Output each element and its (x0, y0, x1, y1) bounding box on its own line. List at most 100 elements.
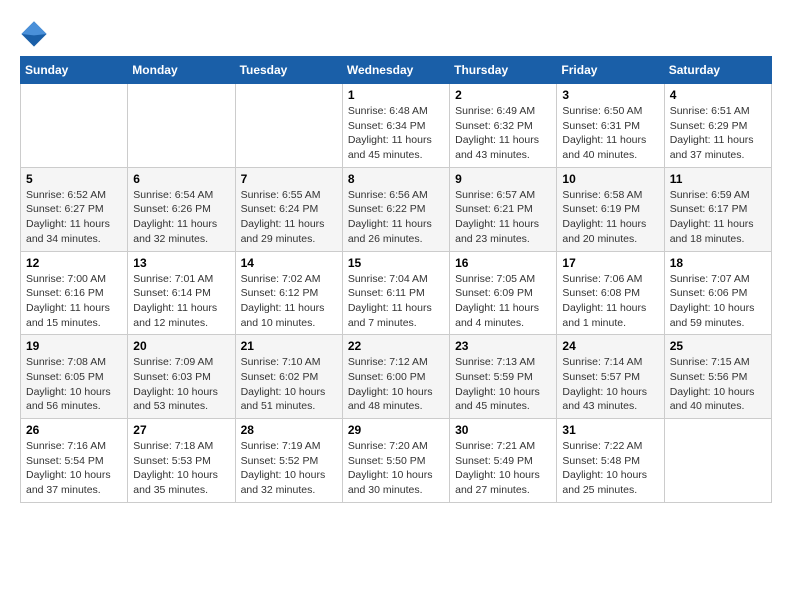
day-info: Sunrise: 7:10 AM Sunset: 6:02 PM Dayligh… (241, 355, 337, 414)
day-info: Sunrise: 7:06 AM Sunset: 6:08 PM Dayligh… (562, 272, 658, 331)
calendar-day-13: 13 Sunrise: 7:01 AM Sunset: 6:14 PM Dayli… (128, 251, 235, 335)
calendar-day-23: 23 Sunrise: 7:13 AM Sunset: 5:59 PM Dayli… (450, 335, 557, 419)
day-info: Sunrise: 7:14 AM Sunset: 5:57 PM Dayligh… (562, 355, 658, 414)
day-number: 7 (241, 172, 337, 186)
day-number: 8 (348, 172, 444, 186)
day-info: Sunrise: 6:50 AM Sunset: 6:31 PM Dayligh… (562, 104, 658, 163)
calendar-week-row: 12Sunrise: 7:00 AM Sunset: 6:16 PM Dayli… (21, 251, 772, 335)
day-number: 25 (670, 339, 766, 353)
day-number: 1 (348, 88, 444, 102)
day-number: 23 (455, 339, 551, 353)
day-number: 16 (455, 256, 551, 270)
day-info: Sunrise: 7:04 AM Sunset: 6:11 PM Dayligh… (348, 272, 444, 331)
calendar-day-22: 22 Sunrise: 7:12 AM Sunset: 6:00 PM Dayli… (342, 335, 449, 419)
day-info: Sunrise: 7:16 AM Sunset: 5:54 PM Dayligh… (26, 439, 122, 498)
day-number: 4 (670, 88, 766, 102)
day-number: 11 (670, 172, 766, 186)
day-header-sunday: Sunday (21, 57, 128, 84)
day-header-friday: Friday (557, 57, 664, 84)
logo (20, 20, 50, 48)
calendar-day-12: 12Sunrise: 7:00 AM Sunset: 6:16 PM Dayli… (21, 251, 128, 335)
calendar-day-20: 20 Sunrise: 7:09 AM Sunset: 6:03 PM Dayli… (128, 335, 235, 419)
calendar-day-11: 11 Sunrise: 6:59 AM Sunset: 6:17 PM Dayli… (664, 167, 771, 251)
day-number: 26 (26, 423, 122, 437)
day-header-thursday: Thursday (450, 57, 557, 84)
day-info: Sunrise: 6:48 AM Sunset: 6:34 PM Dayligh… (348, 104, 444, 163)
calendar-day-28: 28 Sunrise: 7:19 AM Sunset: 5:52 PM Dayli… (235, 419, 342, 503)
day-info: Sunrise: 7:15 AM Sunset: 5:56 PM Dayligh… (670, 355, 766, 414)
day-number: 21 (241, 339, 337, 353)
calendar-day-6: 6 Sunrise: 6:54 AM Sunset: 6:26 PM Daylig… (128, 167, 235, 251)
calendar-empty-cell (21, 84, 128, 168)
day-info: Sunrise: 7:07 AM Sunset: 6:06 PM Dayligh… (670, 272, 766, 331)
calendar-day-18: 18 Sunrise: 7:07 AM Sunset: 6:06 PM Dayli… (664, 251, 771, 335)
day-header-tuesday: Tuesday (235, 57, 342, 84)
calendar-day-17: 17 Sunrise: 7:06 AM Sunset: 6:08 PM Dayli… (557, 251, 664, 335)
calendar-day-9: 9Sunrise: 6:57 AM Sunset: 6:21 PM Daylig… (450, 167, 557, 251)
day-number: 29 (348, 423, 444, 437)
generalblue-icon (20, 20, 48, 48)
day-number: 9 (455, 172, 551, 186)
calendar-day-25: 25 Sunrise: 7:15 AM Sunset: 5:56 PM Dayli… (664, 335, 771, 419)
day-number: 30 (455, 423, 551, 437)
calendar-day-5: 5 Sunrise: 6:52 AM Sunset: 6:27 PM Daylig… (21, 167, 128, 251)
calendar-day-21: 21 Sunrise: 7:10 AM Sunset: 6:02 PM Dayli… (235, 335, 342, 419)
day-info: Sunrise: 7:05 AM Sunset: 6:09 PM Dayligh… (455, 272, 551, 331)
day-header-monday: Monday (128, 57, 235, 84)
day-info: Sunrise: 7:18 AM Sunset: 5:53 PM Dayligh… (133, 439, 229, 498)
day-number: 28 (241, 423, 337, 437)
day-info: Sunrise: 6:51 AM Sunset: 6:29 PM Dayligh… (670, 104, 766, 163)
day-number: 12 (26, 256, 122, 270)
calendar-week-row: 5 Sunrise: 6:52 AM Sunset: 6:27 PM Daylig… (21, 167, 772, 251)
day-info: Sunrise: 7:09 AM Sunset: 6:03 PM Dayligh… (133, 355, 229, 414)
calendar-day-24: 24 Sunrise: 7:14 AM Sunset: 5:57 PM Dayli… (557, 335, 664, 419)
day-info: Sunrise: 6:49 AM Sunset: 6:32 PM Dayligh… (455, 104, 551, 163)
calendar-day-14: 14Sunrise: 7:02 AM Sunset: 6:12 PM Dayli… (235, 251, 342, 335)
calendar-day-10: 10Sunrise: 6:58 AM Sunset: 6:19 PM Dayli… (557, 167, 664, 251)
day-number: 2 (455, 88, 551, 102)
calendar-empty-cell (235, 84, 342, 168)
day-info: Sunrise: 7:19 AM Sunset: 5:52 PM Dayligh… (241, 439, 337, 498)
day-info: Sunrise: 7:01 AM Sunset: 6:14 PM Dayligh… (133, 272, 229, 331)
calendar-day-3: 3 Sunrise: 6:50 AM Sunset: 6:31 PM Daylig… (557, 84, 664, 168)
calendar-day-2: 2 Sunrise: 6:49 AM Sunset: 6:32 PM Daylig… (450, 84, 557, 168)
calendar-week-row: 1 Sunrise: 6:48 AM Sunset: 6:34 PM Daylig… (21, 84, 772, 168)
calendar-day-8: 8 Sunrise: 6:56 AM Sunset: 6:22 PM Daylig… (342, 167, 449, 251)
day-header-saturday: Saturday (664, 57, 771, 84)
calendar-header-row: SundayMondayTuesdayWednesdayThursdayFrid… (21, 57, 772, 84)
calendar-day-1: 1 Sunrise: 6:48 AM Sunset: 6:34 PM Daylig… (342, 84, 449, 168)
day-info: Sunrise: 7:13 AM Sunset: 5:59 PM Dayligh… (455, 355, 551, 414)
day-number: 20 (133, 339, 229, 353)
calendar-day-31: 31Sunrise: 7:22 AM Sunset: 5:48 PM Dayli… (557, 419, 664, 503)
day-number: 31 (562, 423, 658, 437)
day-number: 18 (670, 256, 766, 270)
day-info: Sunrise: 6:56 AM Sunset: 6:22 PM Dayligh… (348, 188, 444, 247)
day-header-wednesday: Wednesday (342, 57, 449, 84)
calendar-day-26: 26 Sunrise: 7:16 AM Sunset: 5:54 PM Dayli… (21, 419, 128, 503)
day-info: Sunrise: 7:21 AM Sunset: 5:49 PM Dayligh… (455, 439, 551, 498)
day-info: Sunrise: 6:54 AM Sunset: 6:26 PM Dayligh… (133, 188, 229, 247)
day-info: Sunrise: 6:55 AM Sunset: 6:24 PM Dayligh… (241, 188, 337, 247)
day-info: Sunrise: 6:52 AM Sunset: 6:27 PM Dayligh… (26, 188, 122, 247)
day-number: 13 (133, 256, 229, 270)
day-number: 3 (562, 88, 658, 102)
day-info: Sunrise: 6:59 AM Sunset: 6:17 PM Dayligh… (670, 188, 766, 247)
calendar-day-19: 19Sunrise: 7:08 AM Sunset: 6:05 PM Dayli… (21, 335, 128, 419)
calendar-day-16: 16 Sunrise: 7:05 AM Sunset: 6:09 PM Dayli… (450, 251, 557, 335)
day-number: 15 (348, 256, 444, 270)
day-number: 17 (562, 256, 658, 270)
day-number: 6 (133, 172, 229, 186)
day-info: Sunrise: 7:20 AM Sunset: 5:50 PM Dayligh… (348, 439, 444, 498)
day-info: Sunrise: 6:58 AM Sunset: 6:19 PM Dayligh… (562, 188, 658, 247)
day-number: 22 (348, 339, 444, 353)
calendar-week-row: 26 Sunrise: 7:16 AM Sunset: 5:54 PM Dayli… (21, 419, 772, 503)
calendar-day-27: 27Sunrise: 7:18 AM Sunset: 5:53 PM Dayli… (128, 419, 235, 503)
day-number: 14 (241, 256, 337, 270)
day-info: Sunrise: 7:12 AM Sunset: 6:00 PM Dayligh… (348, 355, 444, 414)
day-number: 5 (26, 172, 122, 186)
calendar-day-15: 15 Sunrise: 7:04 AM Sunset: 6:11 PM Dayli… (342, 251, 449, 335)
day-number: 19 (26, 339, 122, 353)
day-number: 24 (562, 339, 658, 353)
calendar-empty-cell (128, 84, 235, 168)
calendar-week-row: 19Sunrise: 7:08 AM Sunset: 6:05 PM Dayli… (21, 335, 772, 419)
